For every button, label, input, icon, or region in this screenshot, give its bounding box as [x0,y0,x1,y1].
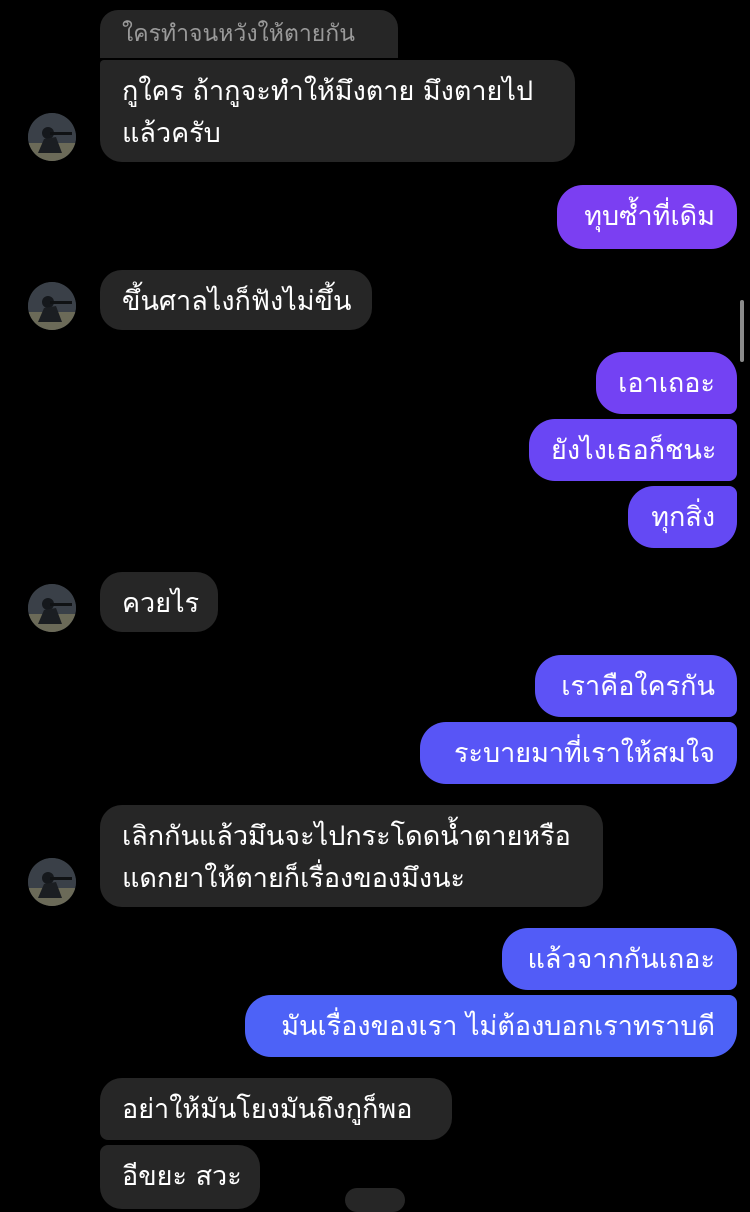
avatar-photo-icon [28,113,76,161]
outgoing-message[interactable]: ระบายมาที่เราให้สมใจ [420,722,737,784]
reply-preview[interactable]: ใครทำจนหวังให้ตายกัน [100,10,398,58]
incoming-message[interactable]: อย่าให้มันโยงมันถึงกูก็พอ [100,1078,452,1140]
message-text-line: เลิกกันแล้วมึนจะไปกระโดดน้ำตายหรือ [122,821,571,852]
typing-indicator [345,1188,405,1212]
avatar-photo-icon [28,584,76,632]
incoming-message[interactable]: เลิกกันแล้วมึนจะไปกระโดดน้ำตายหรือ แดกยา… [100,805,603,907]
reply-preview-text: ใครทำจนหวังให้ตายกัน [122,21,355,47]
message-text-line: แดกยาให้ตายก็เรื่องของมึงนะ [122,863,466,894]
outgoing-message[interactable]: แล้วจากกันเถอะ [502,928,737,990]
message-text: ทุกสิ่ง [651,502,715,533]
outgoing-message[interactable]: มันเรื่องของเรา ไม่ต้องบอกเราทราบดี [245,995,737,1057]
outgoing-message[interactable]: ยังไงเธอก็ชนะ [529,419,737,481]
message-text: แล้วจากกันเถอะ [527,944,715,975]
message-text: ระบายมาที่เราให้สมใจ [453,738,715,769]
outgoing-message[interactable]: เอาเถอะ [596,352,737,414]
message-text: ขึ้นศาลไงก็ฟังไม่ขึ้น [122,286,352,317]
outgoing-message[interactable]: ทุกสิ่ง [628,486,737,548]
contact-avatar[interactable] [28,858,76,906]
message-text-line: กูใคร ถ้ากูจะทำให้มึงตาย มึงตายไป [122,76,534,107]
message-text: อีขยะ สวะ [122,1161,242,1192]
incoming-message[interactable]: ขึ้นศาลไงก็ฟังไม่ขึ้น [100,270,372,330]
avatar-photo-icon [28,858,76,906]
incoming-message[interactable]: อีขยะ สวะ [100,1145,260,1209]
message-text: เราคือใครกัน [561,671,715,702]
message-text: เอาเถอะ [618,368,715,399]
message-text: ยังไงเธอก็ชนะ [551,435,717,466]
contact-avatar[interactable] [28,113,76,161]
chat-thread: ใครทำจนหวังให้ตายกัน กูใคร ถ้ากูจะทำให้ม… [0,0,750,1212]
avatar-photo-icon [28,282,76,330]
message-text: มันเรื่องของเรา ไม่ต้องบอกเราทราบดี [281,1011,715,1042]
outgoing-message[interactable]: เราคือใครกัน [535,655,737,717]
scrollbar[interactable] [740,300,744,362]
message-text: อย่าให้มันโยงมันถึงกูก็พอ [122,1094,413,1125]
outgoing-message[interactable]: ทุบซ้ำที่เดิม [557,185,737,249]
incoming-message[interactable]: ควยไร [100,572,218,632]
message-text: ควยไร [122,588,200,619]
incoming-message[interactable]: กูใคร ถ้ากูจะทำให้มึงตาย มึงตายไป แล้วคร… [100,60,575,162]
message-text: ทุบซ้ำที่เดิม [584,201,715,232]
contact-avatar[interactable] [28,584,76,632]
message-text-line: แล้วครับ [122,118,221,149]
contact-avatar[interactable] [28,282,76,330]
